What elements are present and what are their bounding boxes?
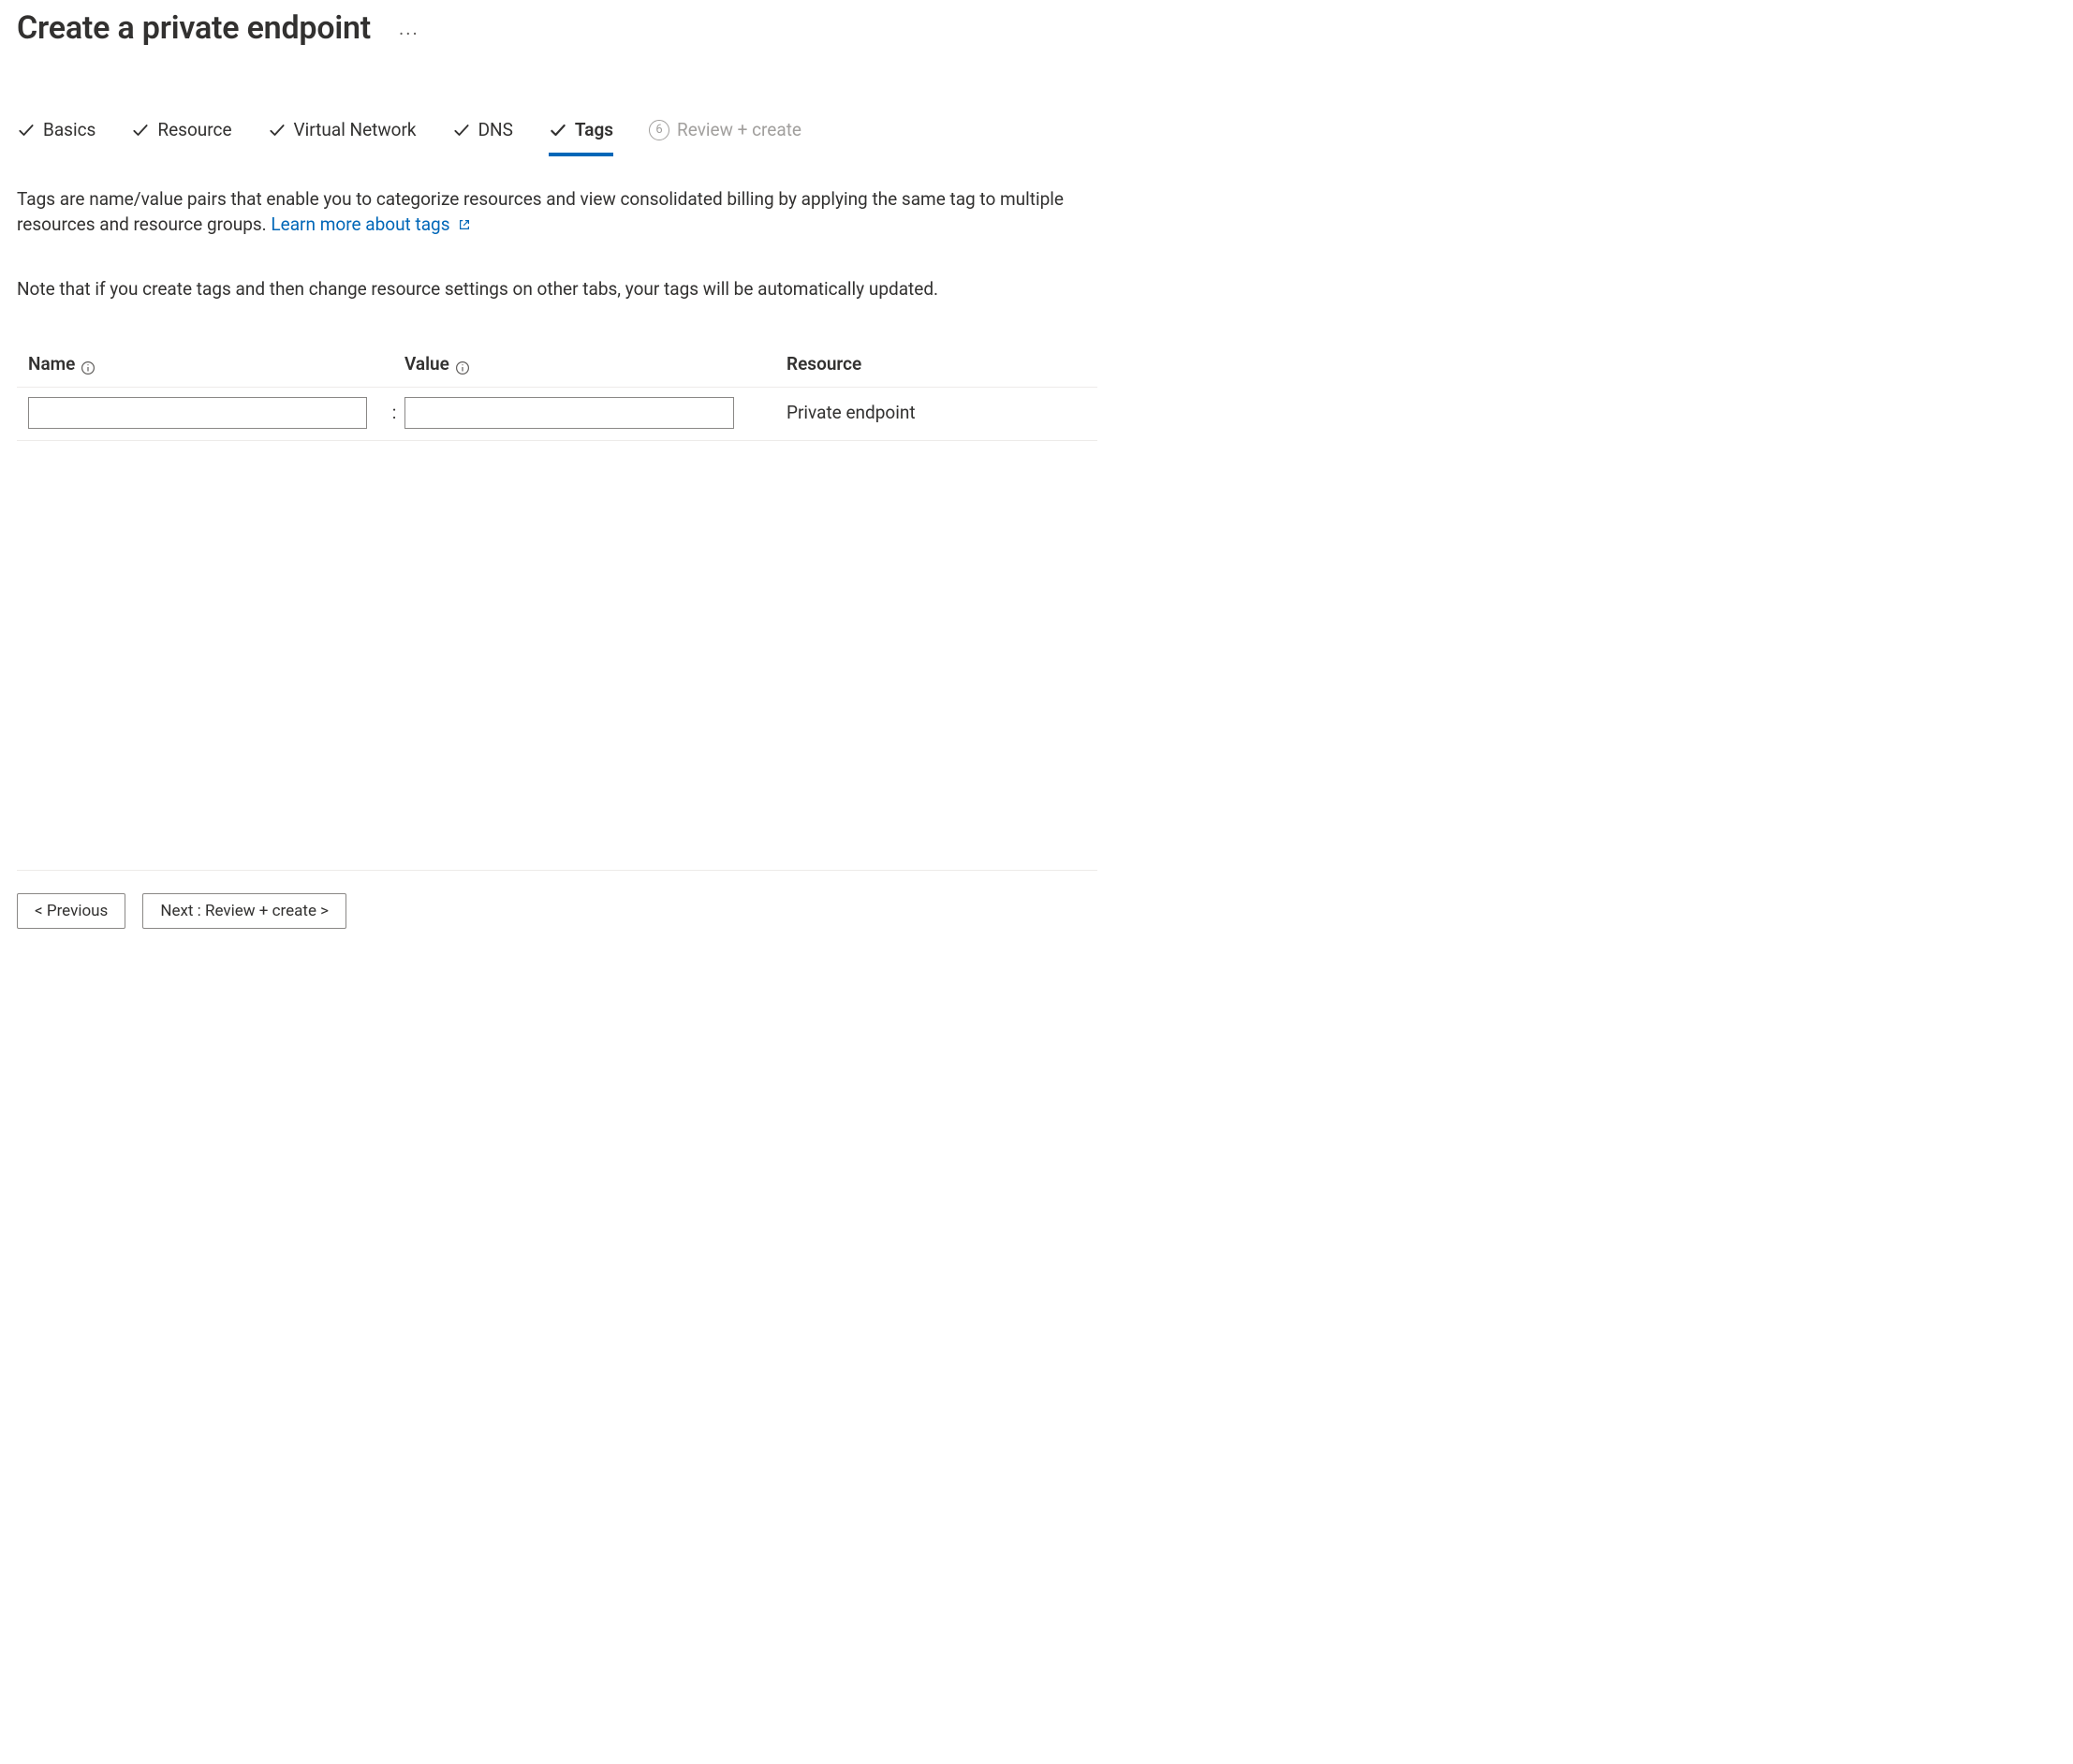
step-number-badge: 6 bbox=[649, 120, 669, 140]
column-resource: Resource bbox=[760, 351, 1086, 377]
tags-description: Tags are name/value pairs that enable yo… bbox=[17, 186, 1094, 238]
more-actions-icon[interactable]: ··· bbox=[393, 21, 425, 47]
tab-label: Review + create bbox=[677, 117, 801, 143]
description-text: Tags are name/value pairs that enable yo… bbox=[17, 188, 1064, 236]
tab-review-create: 6 Review + create bbox=[649, 117, 801, 156]
tab-label: Virtual Network bbox=[294, 117, 417, 143]
wizard-tabs: Basics Resource Virtual Network DNS Tags bbox=[17, 117, 1097, 156]
info-icon[interactable] bbox=[455, 357, 470, 372]
tag-resource: Private endpoint bbox=[760, 400, 1086, 426]
tab-basics[interactable]: Basics bbox=[17, 117, 96, 156]
tab-label: Basics bbox=[43, 117, 96, 143]
table-row: : Private endpoint bbox=[17, 388, 1097, 441]
column-value: Value bbox=[404, 351, 760, 377]
learn-more-link[interactable]: Learn more about tags bbox=[271, 213, 471, 235]
check-icon bbox=[549, 121, 567, 140]
tab-virtual-network[interactable]: Virtual Network bbox=[268, 117, 417, 156]
column-name: Name bbox=[28, 351, 384, 377]
check-icon bbox=[268, 121, 287, 140]
check-icon bbox=[17, 121, 36, 140]
learn-more-label: Learn more about tags bbox=[271, 213, 449, 235]
tab-dns[interactable]: DNS bbox=[452, 117, 513, 156]
check-icon bbox=[131, 121, 150, 140]
external-link-icon bbox=[458, 213, 471, 226]
tags-table-header: Name Value Resource bbox=[17, 351, 1097, 388]
tags-note: Note that if you create tags and then ch… bbox=[17, 276, 1097, 302]
column-value-label: Value bbox=[404, 351, 449, 377]
tab-label: Tags bbox=[575, 117, 613, 143]
column-name-label: Name bbox=[28, 351, 75, 377]
page-title: Create a private endpoint bbox=[17, 6, 371, 51]
kv-separator: : bbox=[384, 400, 404, 426]
next-button[interactable]: Next : Review + create > bbox=[142, 893, 346, 929]
previous-button[interactable]: < Previous bbox=[17, 893, 125, 929]
tab-resource[interactable]: Resource bbox=[131, 117, 231, 156]
tag-name-input[interactable] bbox=[28, 397, 367, 429]
tags-table: Name Value Resource : Private e bbox=[17, 351, 1097, 441]
tab-label: Resource bbox=[157, 117, 231, 143]
check-icon bbox=[452, 121, 471, 140]
info-icon[interactable] bbox=[81, 357, 96, 372]
tab-tags[interactable]: Tags bbox=[549, 117, 613, 156]
tab-label: DNS bbox=[478, 117, 513, 143]
wizard-footer: < Previous Next : Review + create > bbox=[17, 870, 1097, 929]
tag-value-input[interactable] bbox=[404, 397, 734, 429]
